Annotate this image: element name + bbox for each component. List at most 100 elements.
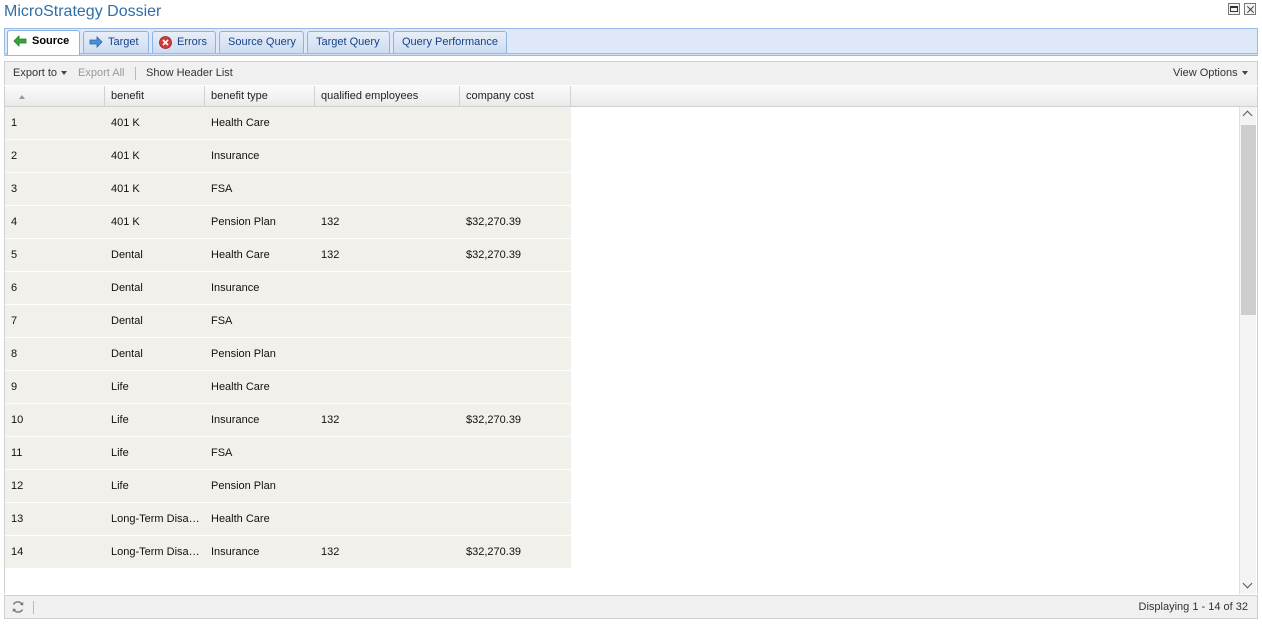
cell-benefit-type: Pension Plan [211, 216, 276, 228]
column-header-qualified-employees[interactable]: qualified employees [315, 86, 460, 106]
cell-benefit: Long-Term Disa… [111, 546, 200, 558]
cell-index: 9 [11, 381, 18, 393]
cell-company-cost [460, 140, 571, 172]
tab-target[interactable]: Target [83, 31, 149, 53]
cell-company-cost [460, 470, 571, 502]
cell-qualified-employees: 132 [321, 546, 340, 558]
cell-index: 11 [11, 447, 23, 459]
tab-strip-underline [4, 53, 1258, 56]
cell-benefit-type: Health Care [211, 117, 270, 129]
cell-qualified-employees: 132 [321, 249, 340, 261]
cell-index: 7 [11, 315, 18, 327]
cell-index: 3 [11, 183, 18, 195]
cell-benefit: Dental [111, 282, 143, 294]
cell-benefit-type: Insurance [211, 414, 260, 426]
cell-benefit-type: FSA [211, 447, 233, 459]
cell-qualified-employees [315, 107, 460, 139]
window-title: MicroStrategy Dossier [4, 3, 162, 20]
cell-benefit-type: Health Care [211, 249, 270, 261]
cell-index: 1 [11, 117, 18, 129]
export-all-button[interactable]: Export All [78, 66, 124, 80]
column-header-company-cost[interactable]: company cost [460, 86, 571, 106]
cell-benefit: 401 K [111, 150, 140, 162]
cell-benefit-type: Pension Plan [211, 480, 276, 492]
cell-benefit-type: Insurance [211, 282, 260, 294]
cell-qualified-employees: 132 [321, 216, 340, 228]
status-bar: Displaying 1 - 14 of 32 [4, 595, 1258, 619]
error-icon [159, 36, 172, 49]
cell-index: 10 [11, 414, 24, 426]
tab-source[interactable]: Source [7, 30, 80, 55]
table-row[interactable]: 13 Long-Term Disa… Health Care [5, 503, 571, 536]
cell-index: 13 [11, 513, 24, 525]
view-options-label: View Options [1173, 67, 1238, 79]
cell-benefit-type: Pension Plan [211, 348, 276, 360]
scroll-up-icon[interactable] [1240, 107, 1256, 123]
cell-qualified-employees [315, 140, 460, 172]
scrollbar-thumb[interactable] [1241, 125, 1256, 315]
show-header-list-button[interactable]: Show Header List [146, 66, 233, 80]
cell-benefit-type: FSA [211, 315, 233, 327]
cell-company-cost [460, 503, 571, 535]
sort-ascending-icon [19, 95, 25, 99]
toolbar-divider [135, 67, 136, 80]
chevron-down-icon [61, 71, 68, 76]
cell-benefit-type: FSA [211, 183, 233, 195]
table-row[interactable]: 14 Long-Term Disa… Insurance 132 $32,270.39 [5, 536, 571, 569]
cell-qualified-employees [315, 338, 460, 370]
cell-qualified-employees [315, 503, 460, 535]
cell-company-cost [460, 437, 571, 469]
cell-benefit-type: Insurance [211, 150, 260, 162]
table-row[interactable]: 5 Dental Health Care 132 $32,270.39 [5, 239, 571, 272]
column-header-index[interactable] [5, 86, 105, 106]
table-row[interactable]: 4 401 K Pension Plan 132 $32,270.39 [5, 206, 571, 239]
cell-benefit-type: Health Care [211, 381, 270, 393]
cell-benefit: 401 K [111, 183, 140, 195]
cell-benefit-type: Health Care [211, 513, 270, 525]
cell-qualified-employees [315, 371, 460, 403]
scroll-down-icon[interactable] [1240, 577, 1256, 593]
cell-index: 6 [11, 282, 18, 294]
grid-body: 1 401 K Health Care 2 401 K Insurance 3 401 K FS… [5, 107, 1239, 594]
table-row[interactable]: 8 Dental Pension Plan [5, 338, 571, 371]
tab-query-performance[interactable]: Query Performance [393, 31, 507, 53]
grid-toolbar: Export to Export All Show Header List Vi… [4, 61, 1258, 85]
cell-benefit: Life [111, 480, 129, 492]
cell-company-cost [460, 272, 571, 304]
cell-company-cost: $32,270.39 [466, 414, 522, 426]
tab-errors[interactable]: Errors [152, 31, 216, 53]
table-row[interactable]: 3 401 K FSA [5, 173, 571, 206]
grid-header: benefit benefit type qualified employees… [5, 86, 1257, 107]
tab-target-query[interactable]: Target Query [307, 31, 390, 53]
cell-company-cost: $32,270.39 [466, 216, 522, 228]
column-header-benefit[interactable]: benefit [105, 86, 205, 106]
table-row[interactable]: 6 Dental Insurance [5, 272, 571, 305]
cell-qualified-employees [315, 437, 460, 469]
data-grid: benefit benefit type qualified employees… [4, 86, 1258, 594]
vertical-scrollbar[interactable] [1239, 107, 1256, 594]
cell-index: 8 [11, 348, 18, 360]
tab-label: Target [108, 36, 139, 48]
table-row[interactable]: 1 401 K Health Care [5, 107, 571, 140]
cell-benefit: Dental [111, 315, 143, 327]
export-to-button[interactable]: Export to [13, 66, 68, 80]
table-row[interactable]: 2 401 K Insurance [5, 140, 571, 173]
tab-source-query[interactable]: Source Query [219, 31, 304, 53]
cell-qualified-employees: 132 [321, 414, 340, 426]
close-icon[interactable] [1244, 3, 1256, 15]
table-row[interactable]: 10 Life Insurance 132 $32,270.39 [5, 404, 571, 437]
table-row[interactable]: 12 Life Pension Plan [5, 470, 571, 503]
view-options-button[interactable]: View Options [1173, 66, 1248, 80]
cell-benefit: 401 K [111, 216, 140, 228]
cell-qualified-employees [315, 305, 460, 337]
refresh-icon[interactable] [11, 600, 25, 614]
table-row[interactable]: 7 Dental FSA [5, 305, 571, 338]
column-header-benefit-type[interactable]: benefit type [205, 86, 315, 106]
cell-index: 4 [11, 216, 18, 228]
table-row[interactable]: 9 Life Health Care [5, 371, 571, 404]
maximize-icon[interactable] [1228, 3, 1240, 15]
cell-benefit: Long-Term Disa… [111, 513, 200, 525]
table-row[interactable]: 11 Life FSA [5, 437, 571, 470]
tab-label: Target Query [316, 36, 380, 48]
tab-label: Source Query [228, 36, 296, 48]
